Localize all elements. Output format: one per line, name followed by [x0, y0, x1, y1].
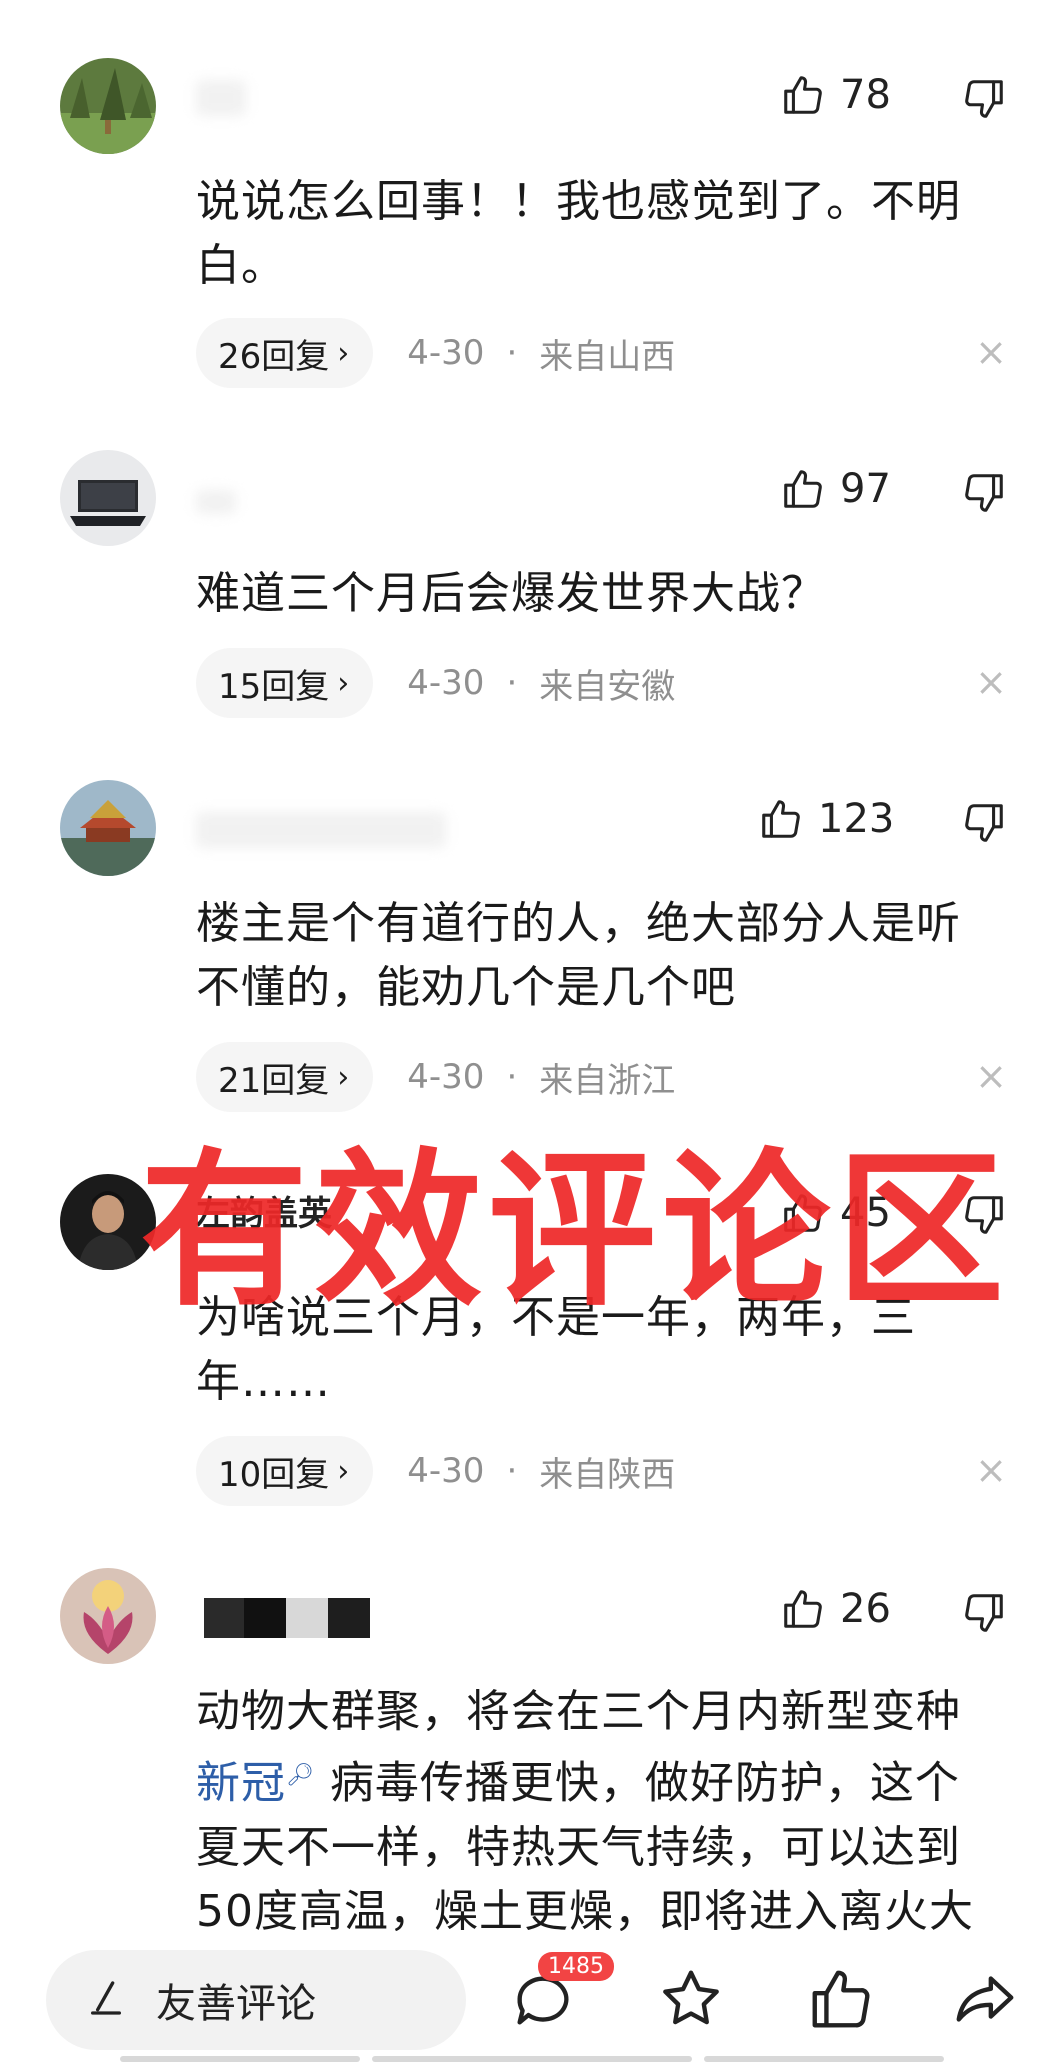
- dislike-button[interactable]: [961, 800, 1007, 846]
- comment-meta: 26回复 › 4-30 · 来自山西: [196, 318, 675, 388]
- username-blurred: [196, 80, 246, 116]
- comment-line: 夏天不一样，特热天气持续，可以达到: [196, 1821, 961, 1873]
- replies-button[interactable]: 26回复 ›: [196, 318, 374, 388]
- avatar[interactable]: [60, 58, 156, 154]
- username-blurred: [196, 812, 446, 848]
- separator: ·: [506, 333, 518, 373]
- like-button[interactable]: 97: [780, 466, 891, 512]
- comment-line-rest: 病毒传播更快，做好防护，这个: [329, 1757, 960, 1809]
- thumbs-up-icon: [784, 1590, 822, 1628]
- comment-meta: 10回复 › 4-30 · 来自陕西: [196, 1436, 675, 1506]
- chevron-right-icon: ›: [337, 1059, 350, 1095]
- watermark-text: 有效评论区: [140, 1133, 1010, 1329]
- chevron-right-icon: ›: [337, 665, 350, 701]
- chevron-right-icon: ›: [337, 335, 350, 371]
- dislike-button[interactable]: [961, 1590, 1007, 1636]
- dislike-button[interactable]: [961, 76, 1007, 122]
- comment-input-placeholder: 友善评论: [156, 1981, 316, 2027]
- like-button[interactable]: 26: [780, 1586, 891, 1632]
- replies-button[interactable]: 15回复 ›: [196, 648, 374, 718]
- topic-link[interactable]: 新冠: [196, 1758, 286, 1809]
- thumbs-up-icon: [784, 470, 822, 508]
- like-count: 97: [840, 466, 891, 512]
- like-button[interactable]: 78: [780, 72, 891, 118]
- close-icon[interactable]: ×: [975, 1054, 1007, 1098]
- comment-line: 年……: [196, 1356, 331, 1407]
- share-icon[interactable]: [950, 1964, 1020, 2038]
- comment-count-badge: 1485: [538, 1952, 614, 1981]
- replies-label: 26回复: [218, 336, 330, 377]
- thumbs-down-icon: [965, 80, 1003, 118]
- thumbs-down-icon: [965, 474, 1003, 512]
- like-count: 26: [840, 1586, 891, 1632]
- comment-date: 4-30: [407, 663, 485, 703]
- comment-location: 来自陕西: [539, 1454, 676, 1495]
- chevron-right-icon: ›: [337, 1453, 350, 1489]
- separator: ·: [506, 663, 518, 703]
- replies-label: 15回复: [218, 666, 330, 707]
- comment-text: 楼主是个有道行的人，绝大部分人是听 不懂的，能劝几个是几个吧: [196, 892, 1016, 1020]
- comment-line: 说说怎么回事！！我也感觉到了。不明: [196, 176, 961, 227]
- comment-date: 4-30: [407, 1057, 485, 1097]
- thumbs-up-icon: [784, 76, 822, 114]
- scroll-indicator: [704, 2056, 944, 2062]
- comment-line: 不懂的，能劝几个是几个吧: [196, 962, 736, 1013]
- comment-line: 动物大群聚，将会在三个月内新型变种: [196, 1686, 961, 1737]
- avatar[interactable]: [60, 1568, 156, 1664]
- comment-date: 4-30: [407, 1451, 485, 1491]
- comment-meta: 15回复 › 4-30 · 来自安徽: [196, 648, 675, 718]
- thumbs-up-icon: [762, 800, 800, 838]
- avatar[interactable]: [60, 780, 156, 876]
- comment-location: 来自山西: [539, 336, 676, 377]
- comment-line: 白。: [196, 240, 286, 291]
- star-icon[interactable]: [656, 1964, 726, 2038]
- like-count: 78: [840, 72, 891, 118]
- close-icon[interactable]: ×: [975, 1448, 1007, 1492]
- thumbs-down-icon: [965, 1594, 1003, 1632]
- comment-line: 50度高温，燥土更燥，即将进入离火大: [196, 1885, 974, 1937]
- comment-text: 说说怎么回事！！我也感觉到了。不明 白。: [196, 170, 1016, 298]
- close-icon[interactable]: ×: [975, 660, 1007, 704]
- comment-date: 4-30: [407, 333, 485, 373]
- comment-line: 楼主是个有道行的人，绝大部分人是听: [196, 898, 961, 949]
- username-blurred: [196, 490, 236, 514]
- comment-text: 动物大群聚，将会在三个月内新型变种 新冠🔎︎ 病毒传播更快，做好防护，这个 夏天…: [196, 1680, 1016, 1944]
- comment-location: 来自安徽: [539, 666, 676, 707]
- close-icon[interactable]: ×: [975, 330, 1007, 374]
- username-blurred: [204, 1598, 370, 1638]
- separator: ·: [506, 1057, 518, 1097]
- separator: ·: [506, 1451, 518, 1491]
- replies-label: 10回复: [218, 1454, 330, 1495]
- comment-text: 难道三个月后会爆发世界大战？: [196, 568, 826, 619]
- pen-icon: [86, 1978, 126, 2022]
- thumbs-up-icon[interactable]: [806, 1964, 876, 2038]
- replies-button[interactable]: 10回复 ›: [196, 1436, 374, 1506]
- search-icon[interactable]: 🔎︎: [286, 1763, 315, 1788]
- comment-input[interactable]: 友善评论: [46, 1950, 466, 2050]
- bottom-action-bar: 友善评论 1485: [0, 1950, 1049, 2068]
- dislike-button[interactable]: [961, 470, 1007, 516]
- like-count: 123: [818, 796, 895, 842]
- comment-line: 新冠🔎︎ 病毒传播更快，做好防护，这个: [196, 1744, 1016, 1816]
- thumbs-down-icon: [965, 804, 1003, 842]
- avatar[interactable]: [60, 450, 156, 546]
- like-button[interactable]: 123: [758, 796, 894, 842]
- scroll-indicator: [372, 2056, 692, 2062]
- scroll-indicator: [120, 2056, 360, 2062]
